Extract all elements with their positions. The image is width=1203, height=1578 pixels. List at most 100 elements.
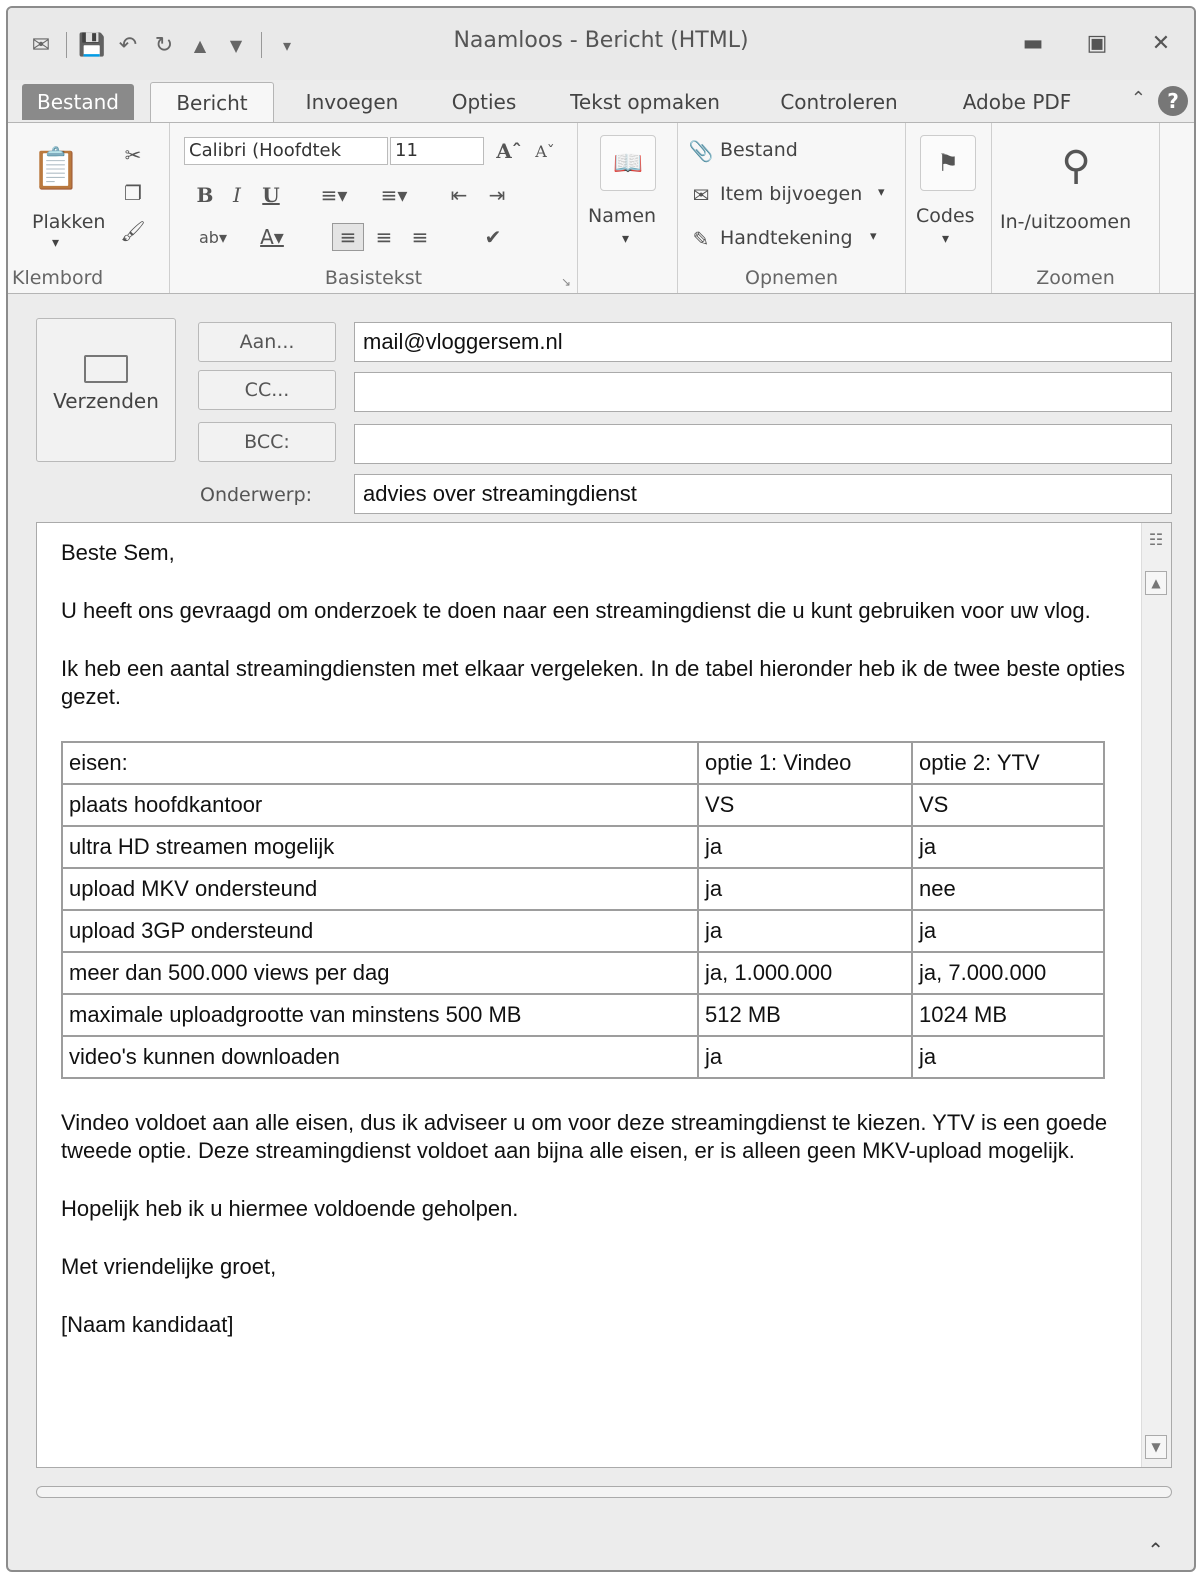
copy-icon[interactable]: ❐ [118,179,148,207]
table-cell: video's kunnen downloaden [61,1035,699,1079]
help-icon[interactable]: ? [1158,86,1188,116]
align-right-icon[interactable]: ≡ [404,223,436,251]
table-cell: ja [697,867,913,911]
table-cell: VS [911,783,1105,827]
font-name-dropdown[interactable]: Calibri (Hoofdtek [184,137,388,165]
maximize-button[interactable]: ▣ [1074,26,1120,60]
table-row: plaats hoofdkantoor VS VS [61,783,1105,827]
tags-dropdown-icon[interactable]: ▾ [942,231,949,247]
names-button[interactable]: Namen [588,205,656,227]
zoom-button[interactable]: In-/uitzoomen [1000,211,1131,233]
scroll-up-icon[interactable]: ▲ [1145,571,1167,595]
cut-icon[interactable]: ✂ [118,141,148,169]
subject-field[interactable]: advies over streamingdienst [354,474,1172,514]
font-color-icon[interactable]: A▾ [246,223,298,251]
table-cell: VS [697,783,913,827]
table-cell: ja [911,825,1105,869]
table-row: video's kunnen downloaden ja ja [61,1035,1105,1079]
italic-icon[interactable]: I [224,181,250,209]
underline-icon[interactable]: U [258,181,284,209]
tab-adobe-pdf[interactable]: Adobe PDF [942,82,1092,122]
bullets-icon[interactable]: ≡▾ [306,181,362,209]
address-book-icon[interactable]: 📖 [600,135,656,191]
cc-field[interactable] [354,372,1172,412]
bcc-button[interactable]: BCC: [198,422,336,462]
numbering-icon[interactable]: ≡▾ [366,181,422,209]
table-cell: 512 MB [697,993,913,1037]
subject-label: Onderwerp: [200,484,313,506]
ribbon-tabs: Bestand Bericht Invoegen Opties Tekst op… [22,82,1194,124]
to-field[interactable]: mail@vloggersem.nl [354,322,1172,362]
table-row: maximale uploadgrootte van minstens 500 … [61,993,1105,1037]
flag-icon[interactable]: ⚑ [920,135,976,191]
attach-item-dropdown-icon[interactable]: ▾ [878,185,885,200]
names-dropdown-icon[interactable]: ▾ [622,231,629,247]
bold-icon[interactable]: B [192,181,218,209]
table-cell: 1024 MB [911,993,1105,1037]
attach-item-button[interactable]: Item bijvoegen [720,183,862,205]
shrink-font-icon[interactable]: Aˇ [530,137,560,165]
tags-button[interactable]: Codes [916,205,975,227]
window-controls: ▬ ▣ ✕ [1010,26,1184,60]
decrease-indent-icon[interactable]: ⇤ [444,181,474,209]
format-painter-icon[interactable]: 🖌 [118,217,148,245]
tab-bericht[interactable]: Bericht [150,82,274,124]
tab-opties[interactable]: Opties [432,82,536,122]
tab-bestand[interactable]: Bestand [22,84,134,120]
expand-pane-icon[interactable]: ⌃ [1147,1538,1164,1562]
clipboard-group: 📋 Plakken ▾ ✂ ❐ 🖌 Klembord [8,123,170,293]
table-cell: upload MKV ondersteund [61,867,699,911]
spelling-icon[interactable]: ✔ [476,223,510,251]
increase-indent-icon[interactable]: ⇥ [482,181,512,209]
vertical-scrollbar[interactable]: ☷ ▲ ▼ [1141,523,1171,1467]
attach-item-icon[interactable]: ✉ [686,181,716,209]
send-button[interactable]: Verzenden [36,318,176,462]
split-view-icon[interactable]: ☷ [1145,529,1167,553]
table-row: ultra HD streamen mogelijk ja ja [61,825,1105,869]
attach-file-icon[interactable]: 📎 [688,137,714,165]
tab-tekst-opmaken[interactable]: Tekst opmaken [550,82,740,122]
paste-dropdown-icon[interactable]: ▾ [52,235,59,251]
table-cell: ultra HD streamen mogelijk [61,825,699,869]
include-group: 📎 Bestand ✉ Item bijvoegen ▾ ✎ Handteken… [678,123,906,293]
signature-button[interactable]: Handtekening [720,227,853,249]
zoom-group-label: Zoomen [1036,267,1115,289]
basic-text-group: Calibri (Hoofdtek 11 Aˆ Aˇ B I U ≡▾ ≡▾ ⇤… [170,123,578,293]
tags-group: ⚑ Codes ▾ [906,123,992,293]
align-left-icon[interactable]: ≡ [332,223,364,251]
table-cell: upload 3GP ondersteund [61,909,699,953]
scroll-down-icon[interactable]: ▼ [1145,1435,1167,1459]
highlight-icon[interactable]: ab▾ [188,223,238,251]
horizontal-scrollbar[interactable] [36,1486,1172,1498]
paste-button[interactable]: Plakken [32,211,105,233]
table-cell: plaats hoofdkantoor [61,783,699,827]
to-button[interactable]: Aan... [198,322,336,362]
attach-file-button[interactable]: Bestand [720,139,798,161]
cc-button[interactable]: CC... [198,370,336,410]
font-size-dropdown[interactable]: 11 [390,137,484,165]
minimize-button[interactable]: ▬ [1010,26,1056,60]
title-bar: ✉ 💾 ↶ ↻ ▲ ▼ ▾ Naamloos - Bericht (HTML) … [8,8,1194,80]
tab-invoegen[interactable]: Invoegen [284,82,420,122]
signature-icon[interactable]: ✎ [686,225,716,253]
table-cell: ja [911,909,1105,953]
table-cell: optie 2: YTV [911,741,1105,785]
bcc-field[interactable] [354,424,1172,464]
table-cell: ja [911,1035,1105,1079]
tab-controleren[interactable]: Controleren [754,82,924,122]
table-cell: ja [697,1035,913,1079]
dialog-launcher-icon[interactable]: ↘ [561,275,571,289]
message-body[interactable]: Beste Sem, U heeft ons gevraagd om onder… [36,522,1172,1468]
signature-dropdown-icon[interactable]: ▾ [870,229,877,244]
names-group: 📖 Namen ▾ [578,123,678,293]
minimize-ribbon-icon[interactable]: ⌃ [1131,88,1146,109]
table-row: meer dan 500.000 views per dag ja, 1.000… [61,951,1105,995]
message-window: ✉ 💾 ↶ ↻ ▲ ▼ ▾ Naamloos - Bericht (HTML) … [6,6,1196,1572]
grow-font-icon[interactable]: Aˆ [492,137,526,165]
magnifier-icon[interactable]: ⚲ [1046,133,1106,199]
body-paragraph: Hopelijk heb ik u hiermee voldoende geho… [61,1196,519,1221]
paste-icon[interactable]: 📋 [28,137,84,199]
close-button[interactable]: ✕ [1138,26,1184,60]
align-center-icon[interactable]: ≡ [368,223,400,251]
zoom-group: ⚲ In-/uitzoomen Zoomen [992,123,1160,293]
